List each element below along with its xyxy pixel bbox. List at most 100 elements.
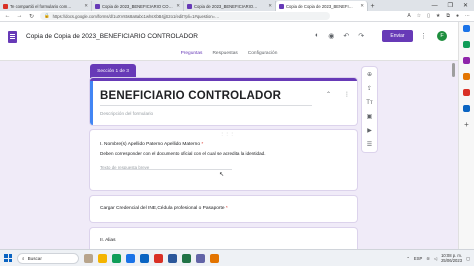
add-sidebar-app-icon[interactable]: + [464,121,469,129]
forms-icon [279,3,284,9]
outlook-icon[interactable] [463,105,470,112]
import-questions-icon[interactable]: ⇪ [366,85,374,93]
favorite-star-icon[interactable]: ☆ [417,13,421,19]
drag-handle-icon[interactable]: ⋮⋮⋮ [220,131,235,136]
date: 25/06/2023 [441,258,463,263]
browser-tab-4-active[interactable]: Copia de Copia de 2023_BENEFI… ✕ [276,1,368,11]
title-underline [100,105,312,106]
clock[interactable]: 10:08 p. m. 25/06/2023 [441,253,462,263]
collections-icon[interactable]: ⧉ [446,13,450,19]
word-icon[interactable] [168,253,177,263]
google-forms-icon[interactable] [8,31,17,43]
question-text: I. Nombre(s) Apellido Paterno Apellido M… [100,142,200,147]
question-description: Deben corresponder con el documento ofic… [100,151,266,156]
tab-respuestas[interactable]: Respuestas [212,51,237,56]
palette-icon[interactable]: ◐ [315,32,319,40]
more-options-icon[interactable]: ⋮ [420,32,427,40]
url-text: https://docs.google.com/forms/d/1uXVs5s8… [52,13,220,19]
question-card[interactable]: Cargar Credencial del INE,Cédula profesi… [90,196,357,222]
mail-icon[interactable] [140,253,149,263]
file-explorer-icon[interactable] [98,253,107,263]
edge-icon[interactable] [112,253,121,263]
add-title-icon[interactable]: Tт [366,99,374,107]
address-bar-row: ← → ↻ 🔒 https://docs.google.com/forms/d/… [0,11,474,22]
app-icon[interactable] [210,253,219,263]
chevron-up-icon[interactable]: ⌃ [406,256,410,261]
tab-title: Copia de Copia de 2023_BENEFI… [286,3,353,9]
browser-tab-2[interactable]: Copia de 2023_BENEFICIARIO CO… ✕ [92,1,184,11]
form-tabs: Preguntas Respuestas Configuración [0,51,458,56]
forward-icon[interactable]: → [16,13,23,19]
tab-configuracion[interactable]: Configuración [248,51,278,56]
undo-icon[interactable]: ↶ [343,32,349,40]
windows-taskbar: ⌕ Buscar ⌃ ESP ≋ ◁ 10:08 p. m. 25/06/202… [0,249,474,266]
split-screen-icon[interactable]: ▯ [427,13,430,19]
window-controls: — ❐ ✕ [432,0,474,11]
tools-icon[interactable] [463,57,470,64]
add-section-icon[interactable]: ☰ [366,141,374,149]
language-indicator[interactable]: ESP [414,256,422,261]
shopping-icon[interactable] [463,41,470,48]
redo-icon[interactable]: ↷ [358,32,364,40]
close-window-icon[interactable]: ✕ [463,2,468,9]
forms-header: Copia de Copia de 2023_BENEFICIARIO CONT… [0,22,458,61]
forms-icon [187,3,192,9]
section-title[interactable]: BENEFICIARIO CONTROLADOR [100,90,281,102]
tab-preguntas[interactable]: Preguntas [181,51,203,56]
widget-image-icon[interactable] [84,253,93,263]
form-title-card[interactable]: BENEFICIARIO CONTROLADOR Descripción del… [90,78,357,125]
chrome-icon[interactable] [154,253,163,263]
browser-toolbar-icons: A ☆ ▯ ★ ⧉ ● ⋯ [407,13,470,19]
browser-tab-1[interactable]: Te compartió el formulario com… ✕ [0,1,92,11]
avatar[interactable]: F [437,31,447,41]
maximize-icon[interactable]: ❐ [448,2,453,9]
search-icon[interactable] [463,25,470,32]
close-tab-icon[interactable]: ✕ [268,3,272,9]
taskbar-search[interactable]: ⌕ Buscar [17,252,79,264]
teams-icon[interactable] [196,253,205,263]
question-label: I. Nombre(s) Apellido Paterno Apellido M… [100,142,203,147]
games-icon[interactable] [463,73,470,80]
store-icon[interactable] [126,253,135,263]
add-image-icon[interactable]: ▣ [366,113,374,121]
active-card-accent [90,81,93,125]
browser-menu-icon[interactable]: ⋯ [465,13,470,19]
section-options-icon[interactable]: ⋮ [344,91,350,98]
form-title[interactable]: Copia de Copia de 2023_BENEFICIARIO CONT… [26,33,198,40]
close-tab-icon[interactable]: ✕ [360,3,364,9]
add-question-icon[interactable]: ⊕ [366,71,374,79]
new-tab-button[interactable]: + [368,2,377,11]
scrollbar-thumb[interactable] [452,63,455,77]
tab-title: Copia de 2023_BENEFICIARIO CO… [102,3,173,9]
add-video-icon[interactable]: ▶ [366,127,374,135]
tab-title: Te compartió el formulario com… [10,3,72,9]
floating-toolbar: ⊕ ⇪ Tт ▣ ▶ ☰ [362,67,377,152]
browser-tab-3[interactable]: Copia de 2023_BENEFICIARIO… ✕ [184,1,276,11]
volume-icon[interactable]: ◁ [434,256,437,261]
excel-icon[interactable] [182,253,191,263]
close-tab-icon[interactable]: ✕ [176,3,180,9]
profile-icon[interactable]: ● [456,13,459,19]
office-icon[interactable] [463,89,470,96]
read-aloud-icon[interactable]: A [407,13,410,19]
reload-icon[interactable]: ↻ [28,13,35,20]
notifications-icon[interactable]: ▢ [466,256,470,261]
header-action-icons: ◐ ◉ ↶ ↷ [315,32,364,40]
collapse-section-icon[interactable]: ⌃ [326,91,331,98]
close-tab-icon[interactable]: ✕ [84,3,88,9]
required-mark: * [201,142,204,147]
browser-tab-bar: Te compartió el formulario com… ✕ Copia … [0,0,474,11]
url-field[interactable]: 🔒 https://docs.google.com/forms/d/1uXVs5… [40,12,330,20]
required-mark: * [225,206,228,211]
question-card[interactable]: ⋮⋮⋮ I. Nombre(s) Apellido Paterno Apelli… [90,130,357,190]
preview-eye-icon[interactable]: ◉ [328,32,334,40]
wifi-icon[interactable]: ≋ [426,256,430,261]
description-field[interactable]: Descripción del formulario [100,111,153,116]
back-icon[interactable]: ← [4,13,11,19]
favorites-icon[interactable]: ★ [436,13,440,19]
windows-start-icon[interactable] [4,254,12,262]
page-scrollbar[interactable] [451,63,455,248]
gmail-icon [3,3,8,9]
send-button[interactable]: Enviar [382,30,413,42]
minimize-icon[interactable]: — [432,3,438,9]
